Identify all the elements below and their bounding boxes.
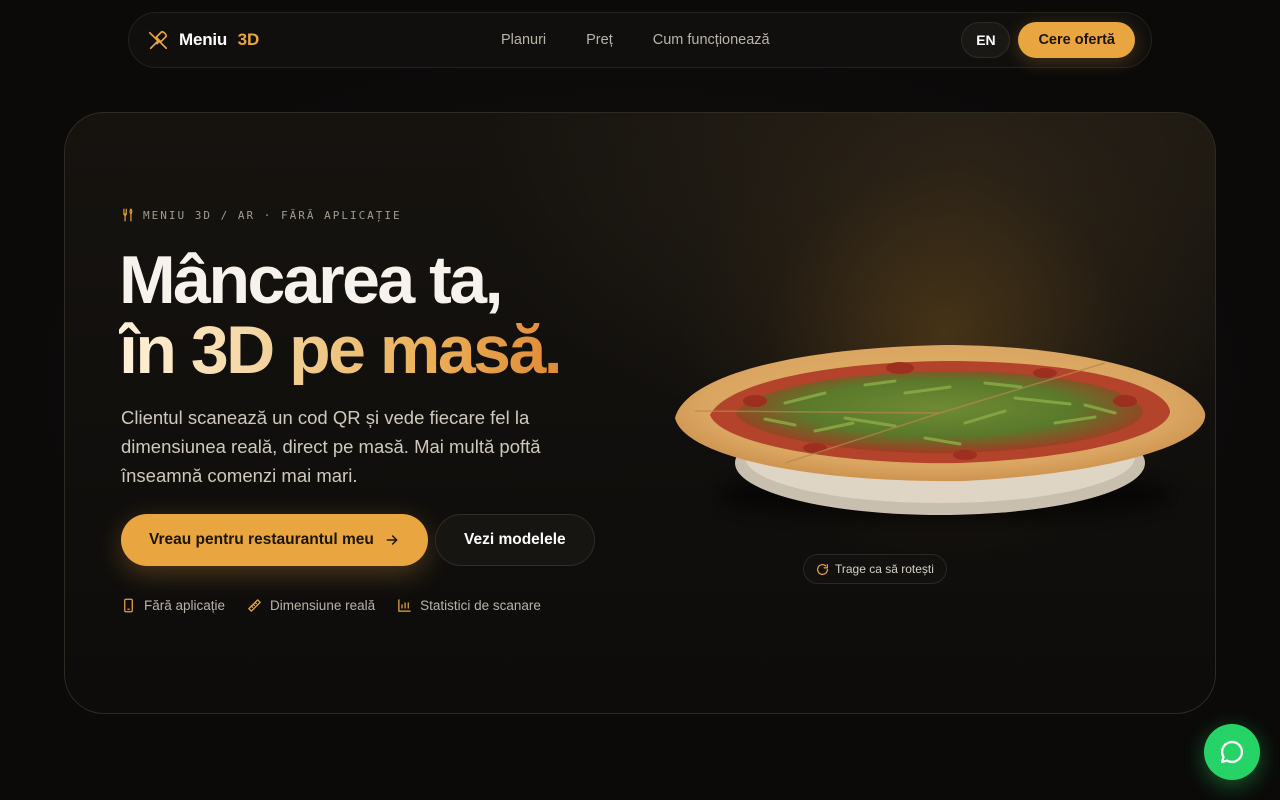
phone-icon bbox=[121, 598, 136, 613]
view-models-button[interactable]: Vezi modelele bbox=[435, 514, 595, 566]
nav-actions: EN Cere ofertă bbox=[961, 22, 1135, 58]
feature-label: Dimensiune reală bbox=[270, 598, 376, 613]
utensils-icon bbox=[147, 29, 169, 51]
hero-eyebrow: MENIU 3D / AR · FĂRĂ APLICAȚIE bbox=[121, 208, 402, 222]
hero-card: MENIU 3D / AR · FĂRĂ APLICAȚIE Mâncarea … bbox=[64, 112, 1216, 714]
primary-button-label: Vreau pentru restaurantul meu bbox=[149, 531, 374, 548]
whatsapp-chat-button[interactable] bbox=[1204, 724, 1260, 780]
feature-list: Fără aplicație Dimensiune reală Statisti… bbox=[121, 598, 541, 613]
ruler-icon bbox=[247, 598, 262, 613]
feature-label: Fără aplicație bbox=[144, 598, 226, 613]
headline-line-1: Mâncarea ta, bbox=[119, 242, 503, 318]
language-toggle-button[interactable]: EN bbox=[961, 22, 1011, 58]
feature-item: Fără aplicație bbox=[121, 598, 225, 613]
feature-item: Statistici de scanare bbox=[397, 598, 541, 613]
nav-link-price[interactable]: Preț bbox=[586, 32, 613, 48]
brand-accent: 3D bbox=[237, 30, 260, 49]
request-offer-button[interactable]: Cere ofertă bbox=[1018, 22, 1135, 58]
nav-links: Planuri Preț Cum funcționează bbox=[501, 32, 961, 48]
want-for-restaurant-button[interactable]: Vreau pentru restaurantul meu bbox=[121, 514, 428, 566]
nav-link-plans[interactable]: Planuri bbox=[501, 32, 546, 48]
bar-chart-icon bbox=[397, 598, 412, 613]
brand-name: Meniu bbox=[179, 30, 228, 49]
hero-headline: Mâncarea ta, în 3D pe masă. bbox=[119, 242, 563, 388]
chat-bubble-icon bbox=[1218, 738, 1246, 766]
rotate-icon bbox=[816, 563, 829, 576]
headline-line-2: în 3D pe masă. bbox=[119, 312, 563, 388]
top-navbar: Meniu 3D Planuri Preț Cum funcționează E… bbox=[128, 12, 1152, 68]
nav-link-how-it-works[interactable]: Cum funcționează bbox=[653, 32, 770, 48]
fork-knife-icon bbox=[121, 208, 135, 222]
rotate-hint-label: Trage ca să rotești bbox=[835, 562, 934, 576]
eyebrow-text: MENIU 3D / AR · FĂRĂ APLICAȚIE bbox=[143, 208, 402, 222]
feature-item: Dimensiune reală bbox=[247, 598, 375, 613]
brand-logo[interactable]: Meniu 3D bbox=[147, 29, 487, 51]
pizza-3d-model[interactable] bbox=[665, 323, 1215, 533]
arrow-right-icon bbox=[384, 532, 400, 548]
hero-description: Clientul scanează un cod QR și vede fiec… bbox=[121, 407, 541, 486]
feature-label: Statistici de scanare bbox=[420, 598, 541, 613]
rotate-hint[interactable]: Trage ca să rotești bbox=[803, 554, 947, 584]
